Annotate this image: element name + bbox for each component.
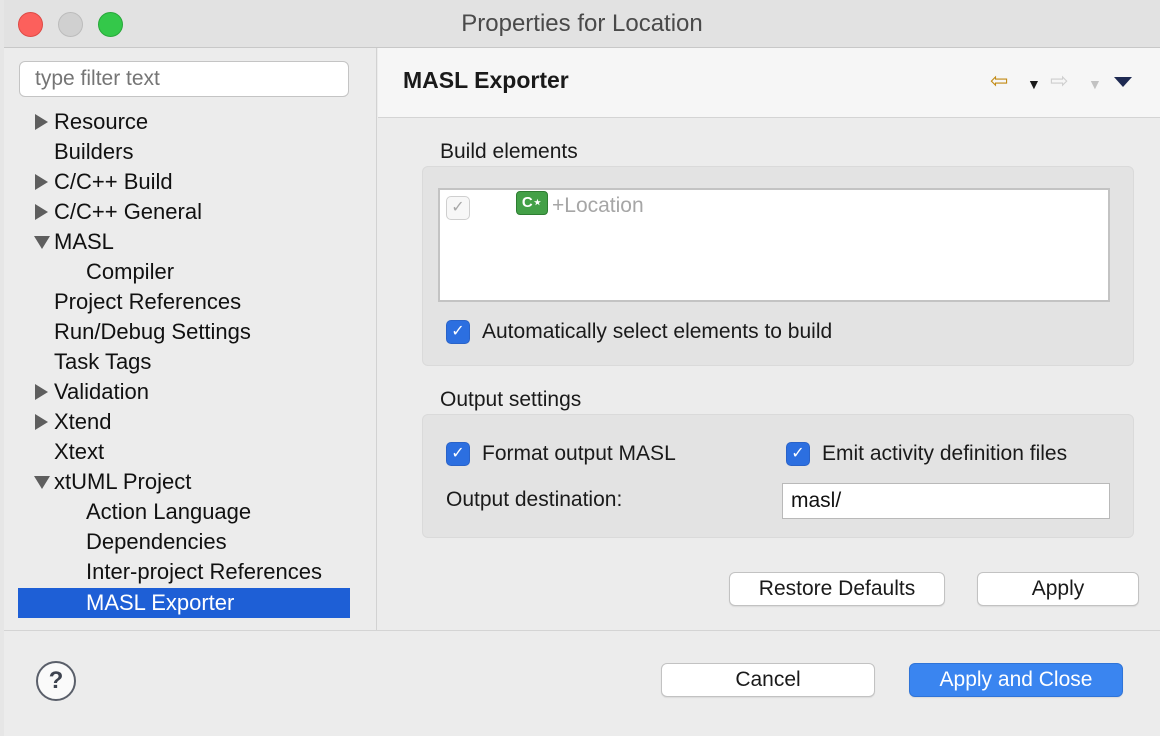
emit-activity-label: Emit activity definition files (822, 442, 1068, 465)
output-settings-heading: Output settings (440, 388, 582, 411)
tree-item-validation[interactable]: Validation (4, 377, 377, 407)
emit-activity-checkbox[interactable]: ✓ (786, 442, 810, 466)
tree-item-xtext[interactable]: Xtext (4, 437, 377, 467)
tree-item-label: Task Tags (54, 349, 152, 374)
filter-input[interactable] (19, 61, 349, 97)
forward-history-dropdown-icon[interactable]: ▼ (1088, 76, 1102, 92)
tree-item-masl[interactable]: MASL (4, 227, 377, 257)
expand-arrow-icon[interactable] (35, 204, 48, 220)
page-header: MASL Exporter ⇦ ▼ ⇨ ▼ (378, 48, 1160, 118)
help-icon[interactable]: ? (36, 661, 76, 701)
restore-defaults-button[interactable]: Restore Defaults (729, 572, 945, 606)
tree-item-resource[interactable]: Resource (4, 107, 377, 137)
tree-item-label: Validation (54, 379, 149, 404)
tree-item-label: Action Language (86, 499, 252, 524)
build-element-checkbox: ✓ (446, 196, 470, 220)
preference-tree-pane: Resource Builders C/C++ Build C/C++ Gene… (4, 48, 377, 630)
tree-item-label: MASL Exporter (86, 590, 235, 615)
output-settings-group (422, 414, 1134, 538)
cancel-button[interactable]: Cancel (661, 663, 875, 697)
tree-item-label: MASL (54, 229, 114, 254)
tree-item-dependencies[interactable]: Dependencies (4, 527, 377, 557)
format-output-checkbox[interactable]: ✓ (446, 442, 470, 466)
expand-arrow-icon[interactable] (35, 414, 48, 430)
auto-select-checkbox[interactable]: ✓ (446, 320, 470, 344)
tree-item-label: C/C++ General (54, 199, 202, 224)
tree-item-compiler[interactable]: Compiler (4, 257, 377, 287)
tree-item-label: Xtend (54, 409, 112, 434)
tree-item-label: Run/Debug Settings (54, 319, 251, 344)
expand-arrow-icon[interactable] (35, 384, 48, 400)
expand-arrow-icon[interactable] (35, 174, 48, 190)
view-menu-icon[interactable] (1114, 77, 1132, 87)
apply-button[interactable]: Apply (977, 572, 1139, 606)
property-page: MASL Exporter ⇦ ▼ ⇨ ▼ Build elements ✓ C… (378, 48, 1160, 630)
dialog-button-bar: ? Cancel Apply and Close (4, 630, 1160, 736)
back-history-dropdown-icon[interactable]: ▼ (1027, 76, 1041, 92)
tree-item-label: Compiler (86, 259, 175, 284)
properties-dialog: Properties for Location Resource Builder… (4, 0, 1160, 736)
build-elements-list[interactable]: ✓ C⋆ +Location (438, 188, 1110, 302)
tree-item-label: C/C++ Build (54, 169, 173, 194)
output-destination-field[interactable] (782, 483, 1110, 519)
output-destination-label: Output destination: (446, 488, 623, 511)
tree-item-project-references[interactable]: Project References (4, 287, 377, 317)
tree-item-cpp-build[interactable]: C/C++ Build (4, 167, 377, 197)
apply-and-close-button[interactable]: Apply and Close (909, 663, 1123, 697)
page-title: MASL Exporter (403, 67, 569, 93)
tree-item-label: Project References (54, 289, 242, 314)
tree-item-label: Inter-project References (86, 559, 322, 584)
tree-item-xtend[interactable]: Xtend (4, 407, 377, 437)
tree-item-label: Dependencies (86, 529, 227, 554)
window-title: Properties for Location (461, 10, 703, 37)
back-arrow-icon[interactable]: ⇦ (990, 68, 1008, 94)
tree-item-action-language[interactable]: Action Language (4, 497, 377, 527)
tree-item-label: Xtext (54, 439, 105, 464)
title-bar: Properties for Location (4, 0, 1160, 48)
build-element-label: +Location (552, 194, 644, 217)
build-elements-heading: Build elements (440, 140, 578, 163)
tree-item-xtuml-project[interactable]: xtUML Project (4, 467, 377, 497)
tree-item-label: xtUML Project (54, 469, 192, 494)
auto-select-label: Automatically select elements to build (482, 320, 833, 343)
tree-item-masl-exporter[interactable]: MASL Exporter (18, 588, 350, 618)
tree-item-task-tags[interactable]: Task Tags (4, 347, 377, 377)
tree-item-cpp-general[interactable]: C/C++ General (4, 197, 377, 227)
tree-item-run-debug-settings[interactable]: Run/Debug Settings (4, 317, 377, 347)
tree-item-inter-project-references[interactable]: Inter-project References (4, 557, 377, 587)
class-icon: C⋆ (516, 191, 548, 215)
tree-item-builders[interactable]: Builders (4, 137, 377, 167)
tree-item-label: Resource (54, 109, 149, 134)
collapse-arrow-icon[interactable] (34, 476, 50, 489)
expand-arrow-icon[interactable] (35, 114, 48, 130)
tree-item-label: Builders (54, 139, 134, 164)
format-output-label: Format output MASL (482, 442, 676, 465)
collapse-arrow-icon[interactable] (34, 236, 50, 249)
forward-arrow-icon[interactable]: ⇨ (1050, 68, 1068, 94)
